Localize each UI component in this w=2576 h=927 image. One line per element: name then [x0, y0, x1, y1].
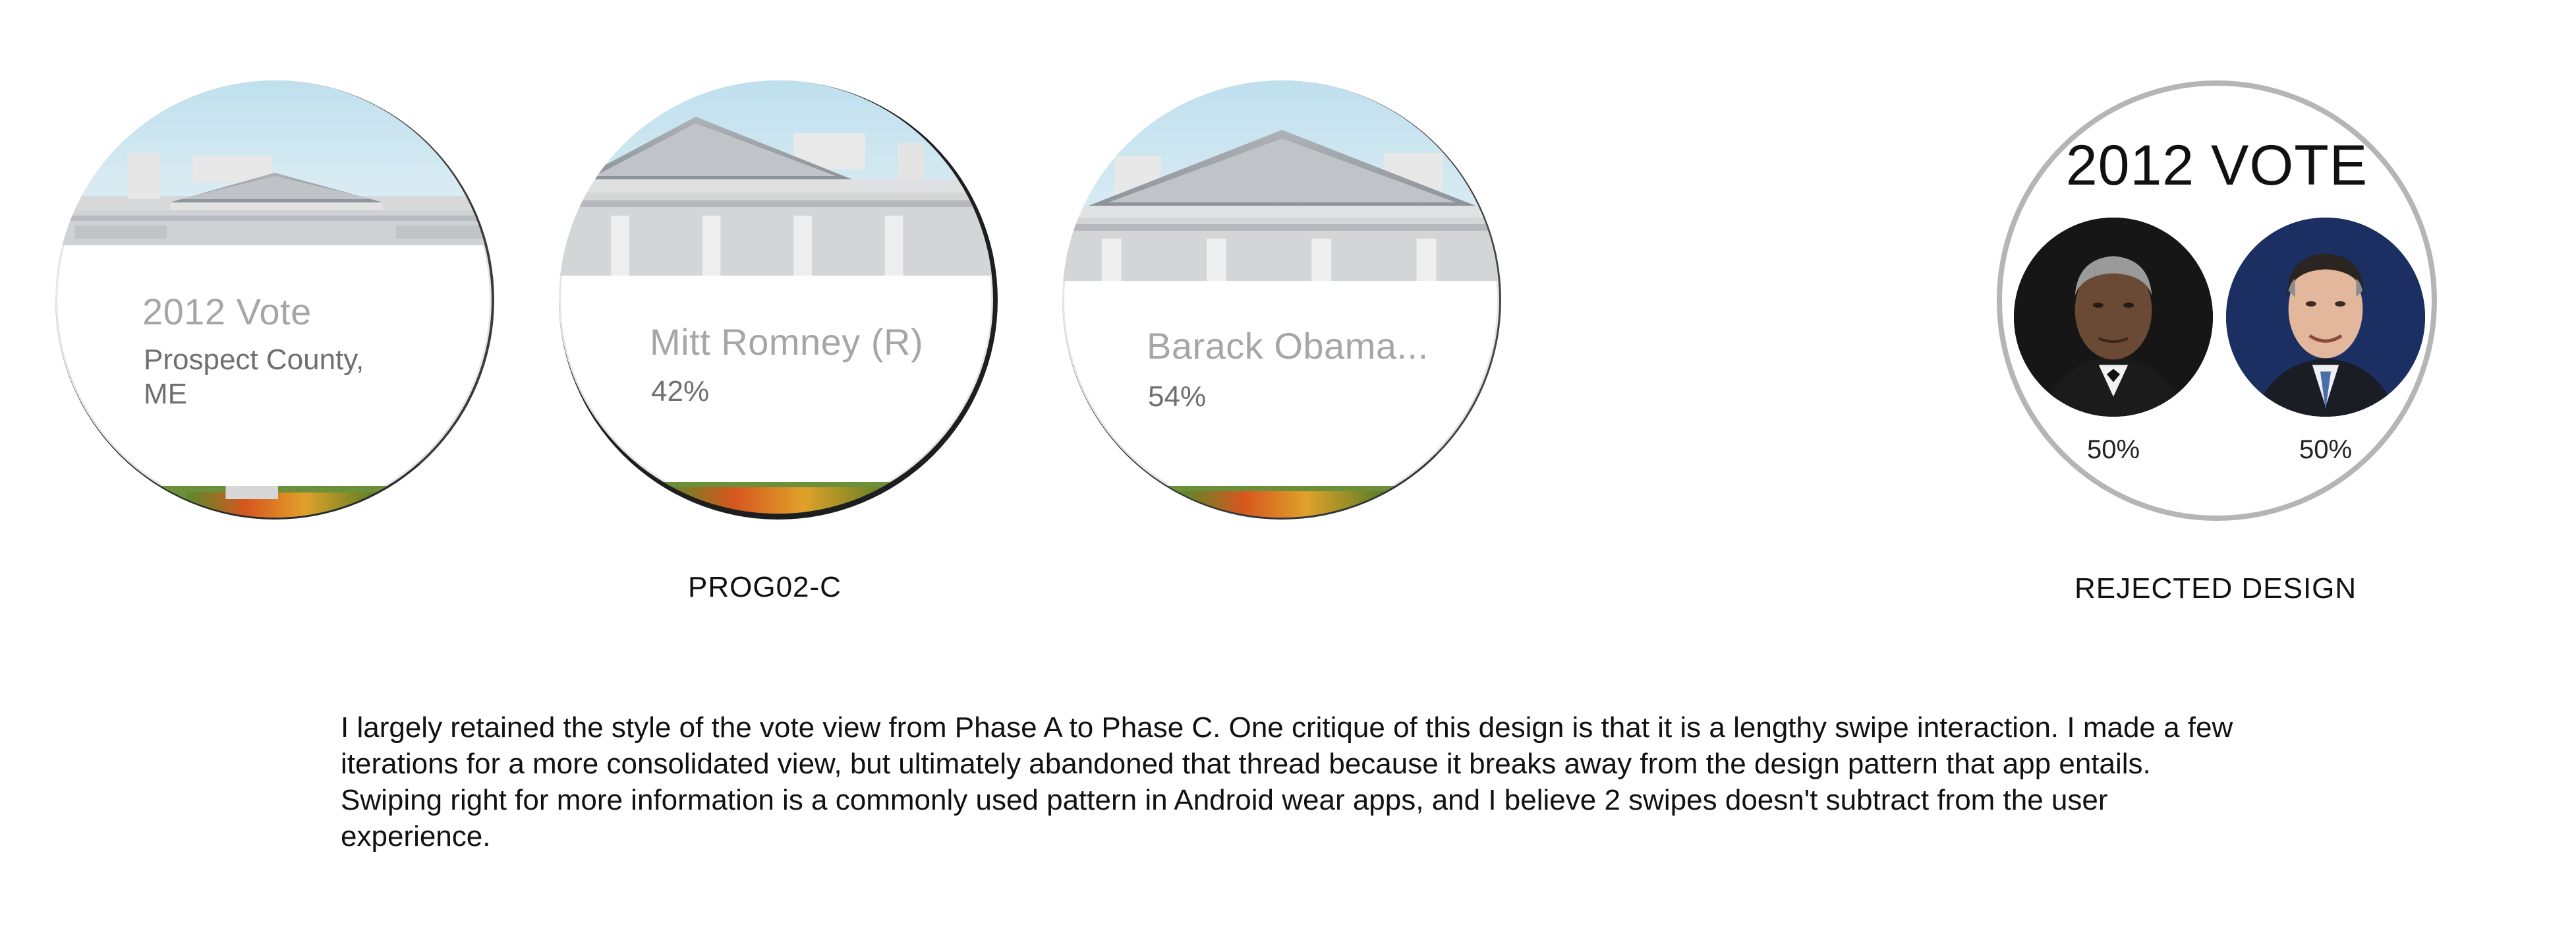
card-subtitle: Prospect County, ME	[144, 343, 364, 411]
watch-screen-vote-summary: 2012 Vote Prospect County, ME	[55, 80, 494, 520]
card-subtitle-line-1: Prospect County,	[144, 344, 364, 376]
design-description: I largely retained the style of the vote…	[341, 711, 2233, 852]
romney-percent: 50%	[2299, 435, 2353, 464]
white-house-image	[1062, 80, 1499, 281]
prototype-caption: PROG02-C	[688, 571, 842, 603]
romney-portrait	[2226, 218, 2425, 417]
rejected-design-watch: 2012 VOTE 50% 50%	[1997, 80, 2437, 521]
card-title: 2012 Vote	[142, 291, 312, 332]
white-house-image	[559, 80, 993, 276]
candidate-name: Mitt Romney (R)	[650, 321, 924, 363]
watch-screen-romney: Mitt Romney (R) 42%	[559, 80, 998, 520]
garden-image-strip	[559, 482, 993, 514]
card-subtitle-line-2: ME	[144, 378, 187, 410]
rejected-design-title: 2012 VOTE	[2065, 134, 2368, 197]
candidate-percent: 42%	[651, 375, 710, 407]
candidate-percent: 54%	[1148, 380, 1207, 413]
watch-screen-obama: Barack Obama... 54%	[1062, 80, 1501, 520]
garden-image-strip	[1062, 486, 1499, 518]
garden-image-strip	[55, 486, 492, 518]
candidate-name: Barack Obama...	[1147, 325, 1429, 367]
white-house-image	[55, 80, 492, 245]
obama-percent: 50%	[2086, 435, 2140, 464]
obama-portrait	[2014, 218, 2213, 417]
rejected-design-caption: REJECTED DESIGN	[2075, 572, 2357, 605]
